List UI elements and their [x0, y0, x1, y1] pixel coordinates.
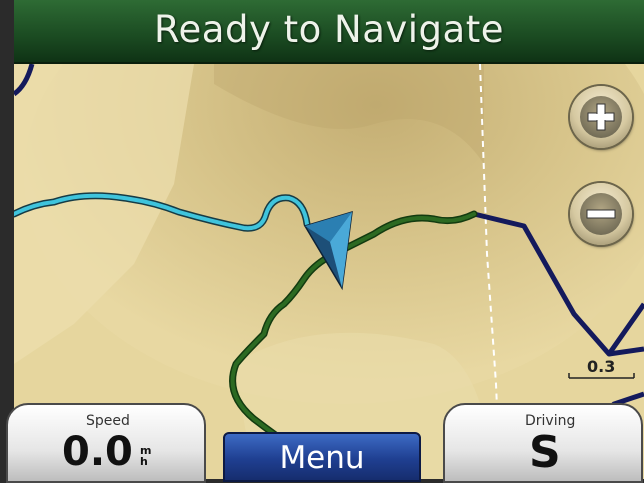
map-scale-label: 0.3: [587, 357, 616, 376]
driving-direction-value: S: [529, 427, 561, 478]
title-bar: Ready to Navigate: [14, 0, 644, 64]
speed-value: 0.0: [62, 429, 133, 475]
driving-data-field[interactable]: Driving S: [443, 403, 643, 483]
plus-icon: [587, 103, 615, 131]
zoom-out-button[interactable]: [570, 183, 632, 245]
zoom-in-button[interactable]: [570, 86, 632, 148]
menu-button[interactable]: Menu: [223, 432, 421, 482]
speed-unit: m h: [140, 445, 151, 467]
minus-icon: [586, 209, 616, 219]
speed-label: Speed: [86, 413, 130, 429]
speed-data-field[interactable]: Speed 0.0 m h: [6, 403, 206, 483]
menu-label: Menu: [279, 440, 365, 476]
speed-unit-bottom: h: [140, 455, 148, 468]
page-title: Ready to Navigate: [154, 8, 504, 51]
